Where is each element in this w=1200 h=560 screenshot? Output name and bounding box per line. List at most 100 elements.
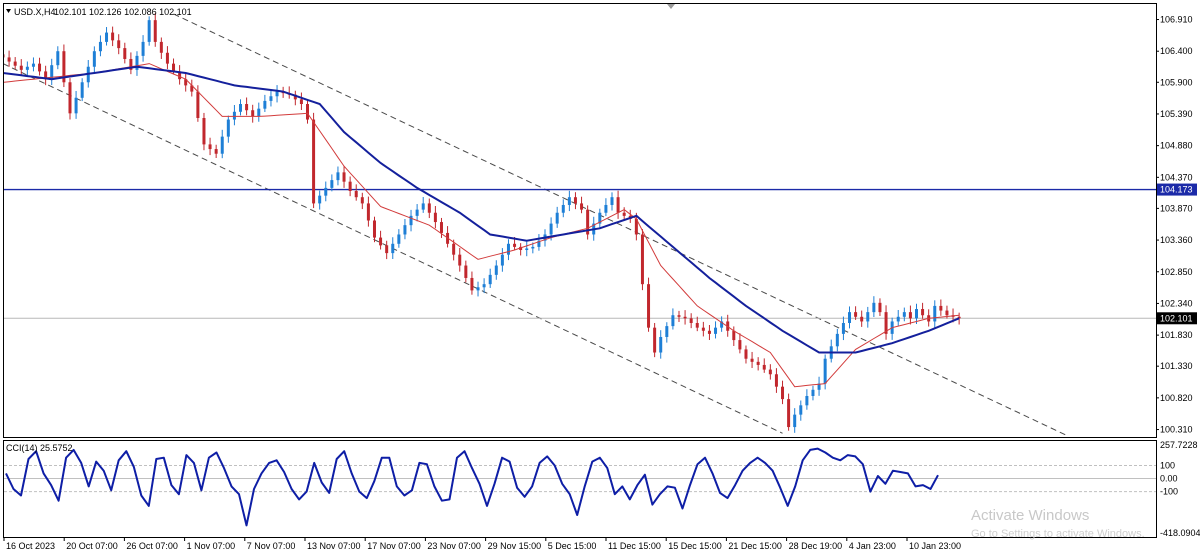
candle-body bbox=[464, 265, 468, 278]
candle-body bbox=[567, 197, 571, 205]
candle-body bbox=[117, 40, 121, 49]
cci-tick-label: -418.0904 bbox=[1160, 528, 1200, 538]
candle-body bbox=[823, 358, 827, 384]
candle-body bbox=[245, 104, 249, 111]
price-tick-label: 106.910 bbox=[1160, 15, 1193, 25]
candle-body bbox=[342, 172, 346, 182]
date-tick-label: 10 Jan 23:00 bbox=[909, 541, 961, 551]
candle-body bbox=[580, 203, 584, 210]
ohlc-values: 102.101 102.126 102.086 102.101 bbox=[54, 7, 192, 17]
candle-body bbox=[31, 63, 35, 67]
candle-body bbox=[470, 277, 474, 291]
price-axis: 106.910 106.400 105.900 105.390 104.880 104.3… bbox=[1156, 15, 1197, 435]
candle-body bbox=[738, 340, 742, 350]
candle-body bbox=[841, 323, 845, 334]
candle-body bbox=[799, 405, 803, 415]
candle-body bbox=[263, 100, 267, 109]
candle-body bbox=[159, 41, 163, 53]
activate-windows-subtitle: Go to Settings to activate Windows. bbox=[971, 528, 1145, 540]
candle-body bbox=[318, 195, 322, 204]
candle-body bbox=[299, 99, 303, 105]
candle-body bbox=[366, 203, 370, 221]
candle-body bbox=[774, 374, 778, 387]
candle-body bbox=[458, 254, 462, 266]
candle-body bbox=[360, 197, 364, 204]
candle-body bbox=[239, 104, 243, 112]
candle-body bbox=[805, 395, 809, 406]
candle-body bbox=[866, 312, 870, 322]
candle-body bbox=[768, 369, 772, 375]
candle-body bbox=[750, 358, 754, 362]
candle-body bbox=[677, 315, 681, 317]
candle-body bbox=[616, 197, 620, 213]
candle-body bbox=[409, 215, 413, 226]
candle-body bbox=[555, 212, 559, 224]
candle-body bbox=[531, 246, 535, 249]
candle-body bbox=[701, 327, 705, 331]
candle-body bbox=[202, 117, 206, 145]
date-tick-label: 1 Nov 07:00 bbox=[187, 541, 236, 551]
price-tick-label: 105.900 bbox=[1160, 77, 1193, 87]
candle-body bbox=[421, 203, 425, 210]
candle-body bbox=[324, 187, 328, 196]
price-tick-label: 104.370 bbox=[1160, 172, 1193, 182]
candle-body bbox=[220, 136, 224, 154]
candle-body bbox=[848, 312, 852, 324]
price-tick-label: 106.400 bbox=[1160, 46, 1193, 56]
candle-body bbox=[123, 48, 127, 59]
candle-body bbox=[336, 172, 340, 181]
candle-body bbox=[251, 110, 255, 117]
candle-body bbox=[330, 180, 334, 188]
candle-body bbox=[762, 364, 766, 370]
candle-body bbox=[781, 386, 785, 400]
cci-indicator-label: CCI(14) 25.5752 bbox=[6, 443, 73, 453]
candle-body bbox=[756, 361, 760, 365]
candle-body bbox=[500, 254, 504, 266]
date-tick-label: 15 Dec 15:00 bbox=[668, 541, 722, 551]
candle-body bbox=[226, 119, 230, 137]
candle-body bbox=[549, 223, 553, 235]
candle-body bbox=[13, 61, 17, 66]
candle-body bbox=[878, 302, 882, 313]
candle-body bbox=[354, 190, 358, 198]
candle-body bbox=[111, 32, 115, 41]
candle-body bbox=[659, 336, 663, 353]
price-tick-label: 103.360 bbox=[1160, 235, 1193, 245]
current-price-badge: 102.101 bbox=[1160, 313, 1193, 323]
candle-body bbox=[939, 305, 943, 311]
candle-body bbox=[427, 203, 431, 213]
candle-body bbox=[232, 111, 236, 120]
chart-svg: 257.72281000.00-100-418.0904 106.910106.… bbox=[3, 3, 1200, 551]
candle-body bbox=[640, 234, 644, 285]
candle-body bbox=[744, 349, 748, 359]
candle-body bbox=[196, 91, 200, 118]
date-tick-label: 29 Nov 15:00 bbox=[488, 541, 542, 551]
candle-body bbox=[732, 330, 736, 341]
price-tick-label: 102.850 bbox=[1160, 267, 1193, 277]
date-tick-label: 4 Jan 23:00 bbox=[849, 541, 896, 551]
candle-body bbox=[476, 287, 480, 291]
symbol-label: USD.X,H4 bbox=[14, 7, 56, 17]
candle-body bbox=[38, 63, 42, 72]
candle-body bbox=[415, 209, 419, 216]
candle-body bbox=[604, 204, 608, 213]
candle-body bbox=[214, 149, 218, 154]
candle-body bbox=[312, 119, 316, 204]
candle-body bbox=[671, 315, 675, 327]
candle-body bbox=[854, 312, 858, 317]
candle-body bbox=[379, 237, 383, 246]
candle-body bbox=[494, 265, 498, 275]
candle-body bbox=[275, 91, 279, 97]
candle-body bbox=[793, 414, 797, 428]
candle-body bbox=[403, 225, 407, 235]
price-tick-label: 100.310 bbox=[1160, 425, 1193, 435]
date-tick-label: 23 Nov 07:00 bbox=[427, 541, 481, 551]
price-tick-label: 102.340 bbox=[1160, 298, 1193, 308]
horizontal-level-badge: 104.173 bbox=[1160, 185, 1193, 195]
candle-body bbox=[915, 309, 918, 319]
candle-body bbox=[573, 197, 577, 204]
date-tick-label: 13 Nov 07:00 bbox=[307, 541, 361, 551]
candle-body bbox=[561, 204, 565, 213]
candle-body bbox=[25, 66, 29, 70]
date-tick-label: 20 Oct 07:00 bbox=[66, 541, 118, 551]
